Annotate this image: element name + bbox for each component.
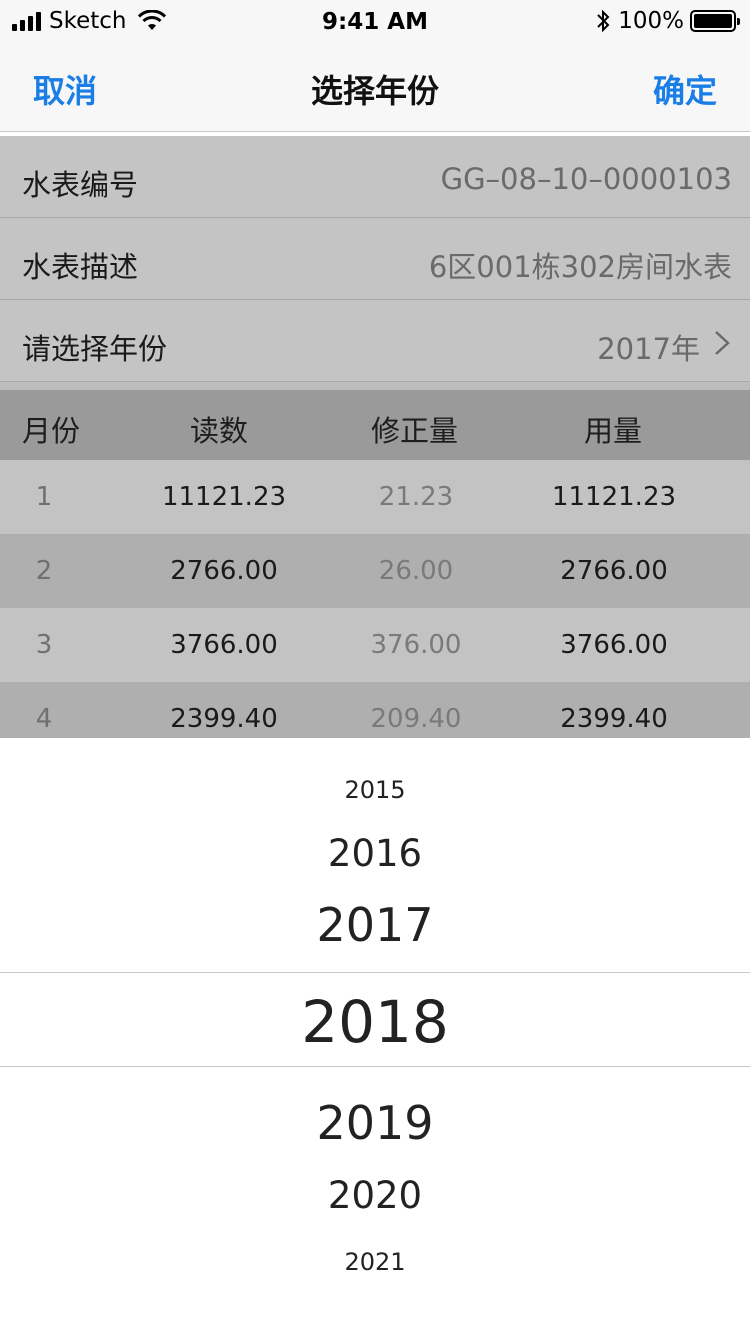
picker-option-2021[interactable]: 2021 [0,1248,750,1276]
cell-usage: 11121.23 [551,482,677,512]
meter-description-label: 水表描述 [22,250,139,284]
cell-month: 2 [35,556,53,586]
cell-correction: 26.00 [378,556,454,586]
picker-option-2016[interactable]: 2016 [0,832,750,875]
battery-percent: 100% [618,8,684,34]
cell-usage: 2399.40 [560,704,668,734]
meter-number-label: 水表编号 [22,168,139,202]
cell-reading: 11121.23 [161,482,287,512]
dimmed-content: 水表编号 GG–08–10–0000103 水表描述 6区001栋302房间水表… [0,136,750,738]
meter-description-row: 水表描述 6区001栋302房间水表 [0,218,750,300]
section-gap [0,382,750,390]
cell-correction: 21.23 [378,482,454,512]
meter-number-row: 水表编号 GG–08–10–0000103 [0,136,750,218]
chevron-right-icon [715,331,730,355]
picker-selection-bottom-line [0,1066,750,1067]
table-header: 月份 读数 修正量 用量 [0,390,750,460]
cell-usage: 2766.00 [560,556,668,586]
cell-correction: 376.00 [370,630,462,660]
cell-month: 4 [35,704,53,734]
picker-option-selected[interactable]: 2018 [0,988,750,1056]
picker-option-2019[interactable]: 2019 [0,1096,750,1150]
year-picker[interactable]: 2015 2016 2017 2018 2019 2020 2021 [0,738,750,1334]
status-right: 100% [596,8,740,34]
nav-bar: 取消 选择年份 确定 [0,44,750,132]
year-select-row[interactable]: 请选择年份 2017年 [0,300,750,382]
page-title: 选择年份 [310,72,439,110]
battery-icon [690,10,740,32]
picker-option-2020[interactable]: 2020 [0,1174,750,1217]
picker-option-2015[interactable]: 2015 [0,776,750,804]
picker-selection-top-line [0,972,750,973]
header-month: 月份 [22,414,81,448]
year-select-value: 2017年 [597,332,700,366]
status-bar: Sketch 9:41 AM 100% [0,0,750,44]
picker-option-2017[interactable]: 2017 [0,898,750,952]
bluetooth-icon [597,9,610,33]
table-row: 4 2399.40 209.40 2399.40 [0,682,750,738]
cell-reading: 2399.40 [170,704,278,734]
meter-number-value: GG–08–10–0000103 [440,162,732,196]
header-correction: 修正量 [371,414,459,448]
cell-usage: 3766.00 [560,630,668,660]
table-row: 3 3766.00 376.00 3766.00 [0,608,750,682]
cell-reading: 2766.00 [170,556,278,586]
year-select-label: 请选择年份 [22,332,168,366]
table-row: 2 2766.00 26.00 2766.00 [0,534,750,608]
header-reading: 读数 [190,414,249,448]
confirm-button[interactable]: 确定 [653,66,717,112]
meter-description-value: 6区001栋302房间水表 [428,250,732,284]
header-usage: 用量 [584,414,643,448]
cell-correction: 209.40 [370,704,462,734]
table-row: 1 11121.23 21.23 11121.23 [0,460,750,534]
cell-reading: 3766.00 [170,630,278,660]
cell-month: 1 [35,482,53,512]
cell-month: 3 [35,630,53,660]
